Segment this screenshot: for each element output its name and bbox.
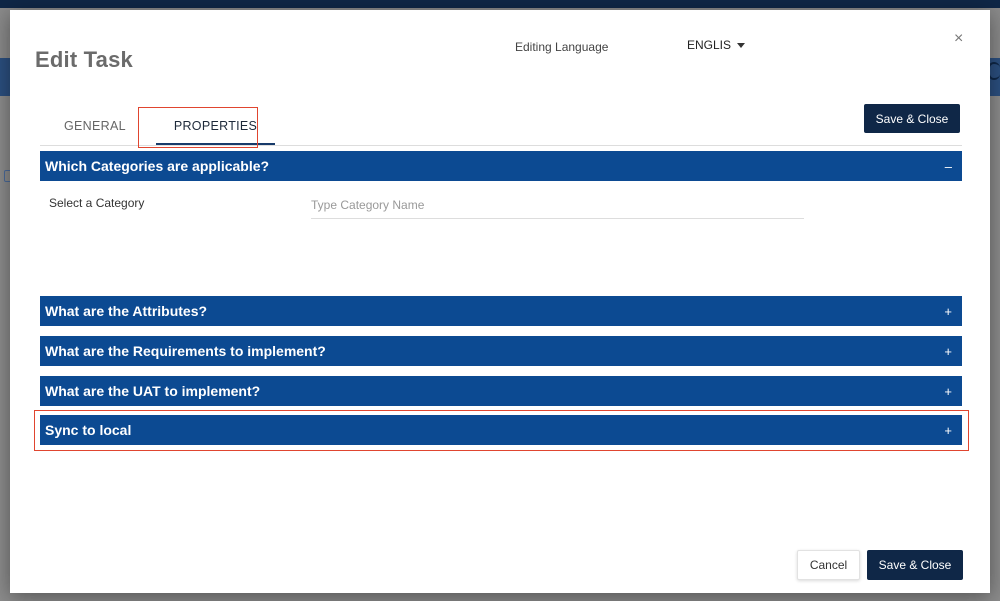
section-uat-header[interactable]: What are the UAT to implement? +	[40, 376, 962, 406]
section-categories-header[interactable]: Which Categories are applicable? –	[40, 151, 962, 181]
language-dropdown[interactable]: ENGLIS	[687, 38, 746, 52]
modal-title: Edit Task	[35, 47, 133, 72]
highlight-box-sync	[34, 410, 969, 451]
expand-icon[interactable]: +	[944, 304, 952, 319]
save-close-button-bottom[interactable]: Save & Close	[867, 550, 963, 580]
select-category-label: Select a Category	[49, 196, 145, 210]
category-name-input[interactable]	[311, 191, 804, 219]
section-title: What are the Attributes?	[45, 303, 208, 319]
expand-icon[interactable]: +	[944, 344, 952, 359]
language-selected-value: ENGLIS	[687, 38, 732, 52]
section-requirements-header[interactable]: What are the Requirements to implement? …	[40, 336, 962, 366]
cancel-button[interactable]: Cancel	[797, 550, 860, 580]
edit-task-modal: Edit Task Editing Language ENGLIS × GENE…	[10, 10, 990, 593]
collapse-icon[interactable]: –	[945, 159, 952, 174]
highlight-box-tab	[138, 107, 258, 148]
section-attributes-header[interactable]: What are the Attributes? +	[40, 296, 962, 326]
section-title: What are the Requirements to implement?	[45, 343, 326, 359]
editing-language-label: Editing Language	[515, 40, 609, 54]
background-top-bar	[0, 0, 1000, 8]
close-icon[interactable]: ×	[954, 30, 963, 48]
tab-general[interactable]: GENERAL	[40, 107, 150, 145]
caret-down-icon	[737, 42, 746, 48]
expand-icon[interactable]: +	[944, 384, 952, 399]
section-title: What are the UAT to implement?	[45, 383, 261, 399]
save-close-button-top[interactable]: Save & Close	[864, 104, 960, 133]
section-title: Which Categories are applicable?	[45, 158, 270, 174]
